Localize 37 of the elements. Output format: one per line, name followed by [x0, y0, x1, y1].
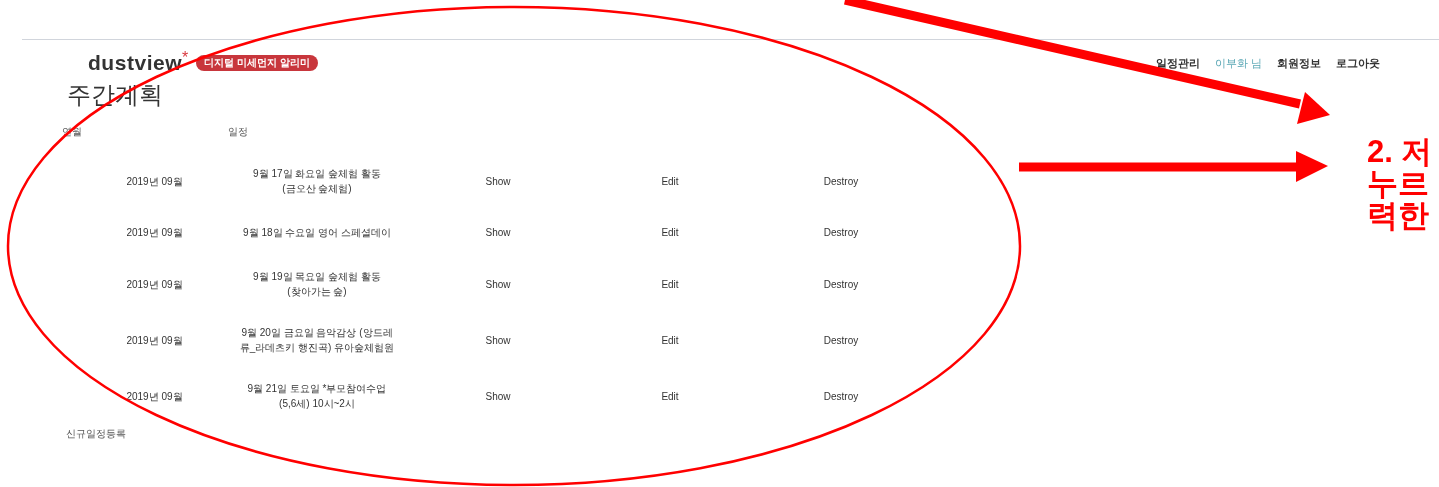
logo-mark: *	[182, 50, 189, 66]
new-schedule-link[interactable]: 신규일정등록	[0, 426, 126, 441]
action-link[interactable]: Destroy	[823, 276, 859, 292]
badge: 디지털 미세먼지 알리미	[196, 54, 318, 71]
table-cell-text: 2019년 09월	[126, 174, 183, 189]
action-link[interactable]: Edit	[661, 276, 679, 292]
logo[interactable]: dustview	[88, 52, 183, 73]
table-cell-text: 9월 18일 수요일 영어 스페셜데이	[243, 226, 391, 240]
action-link[interactable]: Show	[485, 388, 511, 404]
action-link[interactable]: Edit	[661, 225, 679, 240]
table-cell-text: 9월 21일 토요일 *부모참여수업 (5,6세) 10시~2시	[247, 382, 387, 411]
table-cell-text: 9월 20일 금요일 음악감상 (앙드레 류_라데츠키 행진곡) 유아숲체험원	[239, 326, 395, 355]
column-header: 일정	[228, 125, 248, 139]
annotation-text: 누르	[1367, 168, 1430, 200]
table-cell-text: 9월 17일 화요일 숲체험 활동 (금오산 숲체험)	[253, 167, 381, 196]
table-cell-text: 2019년 09월	[126, 333, 183, 348]
action-link[interactable]: Show	[485, 276, 511, 292]
action-link[interactable]: Edit	[661, 388, 679, 404]
table-cell-text: 2019년 09월	[126, 389, 183, 404]
action-link[interactable]: Destroy	[823, 173, 859, 189]
action-link[interactable]: Show	[485, 332, 511, 348]
action-link[interactable]: Destroy	[823, 225, 859, 240]
action-link[interactable]: Show	[485, 173, 511, 189]
table-cell-text: 2019년 09월	[126, 226, 183, 240]
table-cell-text: 2019년 09월	[126, 277, 183, 292]
user-name: 이부화 님	[1214, 56, 1262, 72]
table-cell-text: 9월 19일 목요일 숲체험 활동 (찾아가는 숲)	[253, 270, 381, 299]
action-link[interactable]: Show	[485, 225, 511, 240]
annotation-text: 2. 저	[1367, 136, 1433, 168]
nav-link[interactable]: 일정관리	[1155, 55, 1200, 72]
action-link[interactable]: Destroy	[823, 388, 859, 404]
action-link[interactable]: Edit	[661, 173, 679, 189]
nav-link[interactable]: 회원정보	[1277, 55, 1321, 72]
nav-link[interactable]: 로그아웃	[1336, 55, 1380, 72]
action-link[interactable]: Edit	[661, 332, 679, 348]
action-link[interactable]: Destroy	[823, 332, 859, 348]
annotation-text: 력한	[1367, 200, 1430, 232]
